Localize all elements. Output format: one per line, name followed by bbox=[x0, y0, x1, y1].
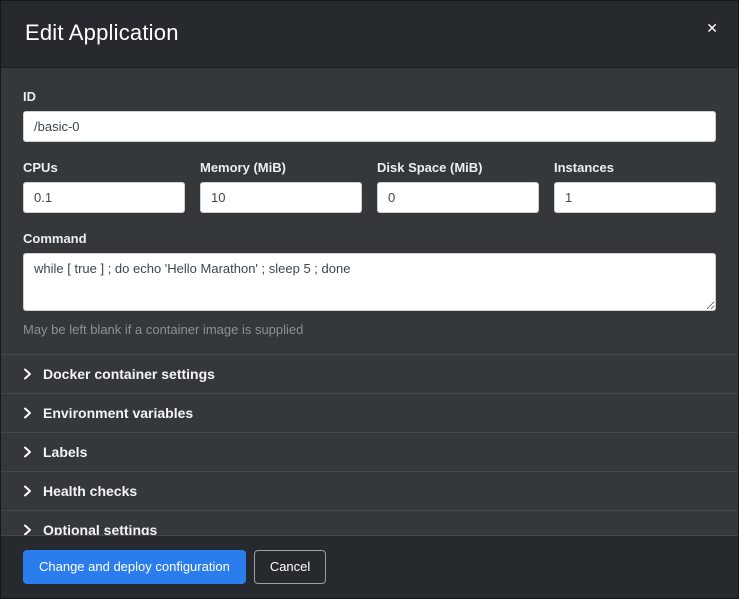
command-help-text: May be left blank if a container image i… bbox=[23, 322, 716, 337]
instances-field-group: Instances bbox=[554, 160, 716, 213]
id-label: ID bbox=[23, 89, 716, 104]
section-labels[interactable]: Labels bbox=[1, 433, 738, 472]
section-environment-variables[interactable]: Environment variables bbox=[1, 394, 738, 433]
resources-row: CPUs Memory (MiB) Disk Space (MiB) Insta… bbox=[23, 160, 716, 213]
cancel-button[interactable]: Cancel bbox=[254, 550, 326, 584]
id-input[interactable] bbox=[23, 111, 716, 142]
section-label: Labels bbox=[43, 444, 87, 460]
change-and-deploy-button[interactable]: Change and deploy configuration bbox=[23, 550, 246, 584]
close-icon[interactable]: ✕ bbox=[702, 17, 722, 39]
command-label: Command bbox=[23, 231, 716, 246]
chevron-right-icon bbox=[23, 485, 32, 497]
modal-body: ID CPUs Memory (MiB) Disk Space (MiB) In… bbox=[1, 68, 738, 535]
disk-input[interactable] bbox=[377, 182, 539, 213]
memory-input[interactable] bbox=[200, 182, 362, 213]
section-health-checks[interactable]: Health checks bbox=[1, 472, 738, 511]
chevron-right-icon bbox=[23, 368, 32, 380]
section-label: Docker container settings bbox=[43, 366, 215, 382]
section-label: Optional settings bbox=[43, 522, 157, 535]
command-input[interactable]: while [ true ] ; do echo 'Hello Marathon… bbox=[23, 253, 716, 311]
accordion-sections: Docker container settings Environment va… bbox=[1, 354, 738, 535]
chevron-right-icon bbox=[23, 446, 32, 458]
section-label: Health checks bbox=[43, 483, 137, 499]
instances-input[interactable] bbox=[554, 182, 716, 213]
instances-label: Instances bbox=[554, 160, 716, 175]
modal-footer: Change and deploy configuration Cancel bbox=[1, 535, 738, 598]
memory-label: Memory (MiB) bbox=[200, 160, 362, 175]
memory-field-group: Memory (MiB) bbox=[200, 160, 362, 213]
modal-title: Edit Application bbox=[25, 20, 714, 46]
command-field-group: Command while [ true ] ; do echo 'Hello … bbox=[23, 231, 716, 337]
cpus-input[interactable] bbox=[23, 182, 185, 213]
disk-field-group: Disk Space (MiB) bbox=[377, 160, 539, 213]
id-field-group: ID bbox=[23, 89, 716, 142]
cpus-field-group: CPUs bbox=[23, 160, 185, 213]
section-optional-settings[interactable]: Optional settings bbox=[1, 511, 738, 535]
chevron-right-icon bbox=[23, 524, 32, 535]
cpus-label: CPUs bbox=[23, 160, 185, 175]
section-docker-container-settings[interactable]: Docker container settings bbox=[1, 355, 738, 394]
chevron-right-icon bbox=[23, 407, 32, 419]
modal-header: Edit Application ✕ bbox=[1, 1, 738, 68]
edit-application-modal: Edit Application ✕ ID CPUs Memory (MiB) … bbox=[0, 0, 739, 599]
disk-label: Disk Space (MiB) bbox=[377, 160, 539, 175]
section-label: Environment variables bbox=[43, 405, 193, 421]
